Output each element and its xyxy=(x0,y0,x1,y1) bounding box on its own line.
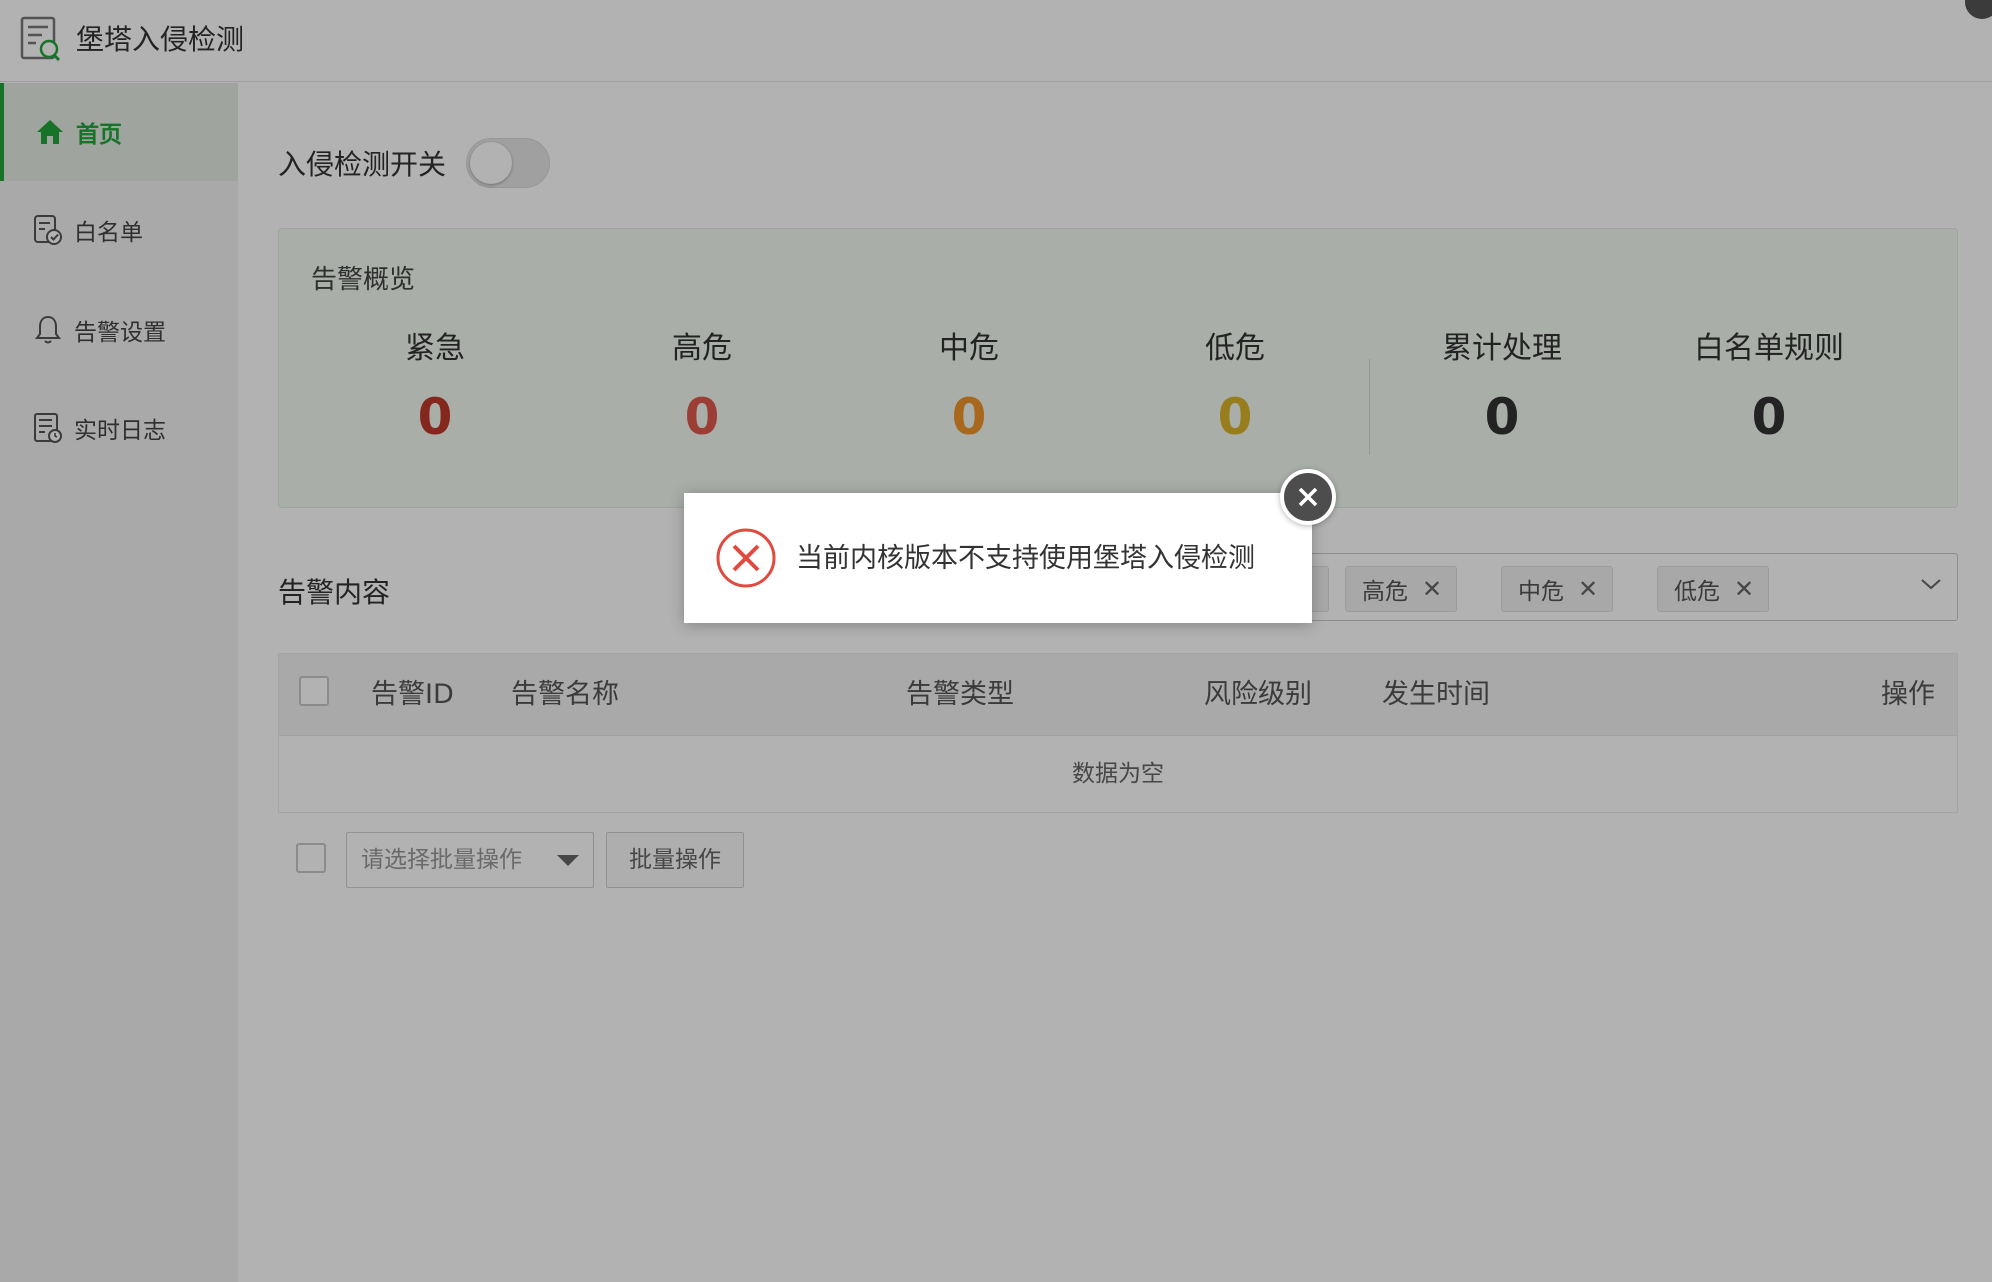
close-icon xyxy=(1298,487,1318,507)
error-circle-icon xyxy=(714,526,778,590)
dialog-close-button[interactable] xyxy=(1280,469,1336,525)
error-dialog: 当前内核版本不支持使用堡塔入侵检测 xyxy=(684,493,1312,623)
dialog-message: 当前内核版本不支持使用堡塔入侵检测 xyxy=(796,543,1255,574)
modal-overlay xyxy=(0,0,1992,1282)
